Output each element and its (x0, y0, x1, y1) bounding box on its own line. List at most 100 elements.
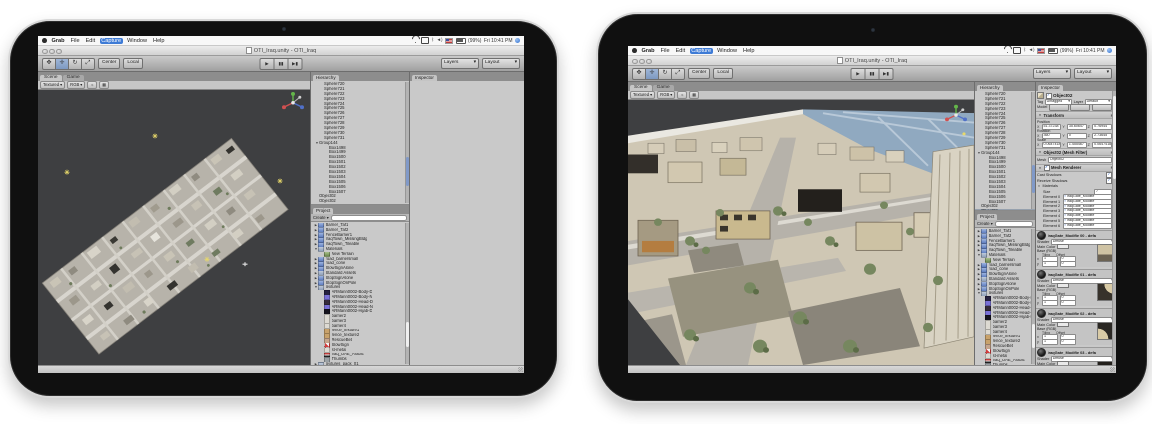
grab-app-icon[interactable] (1107, 48, 1112, 53)
pivot-center-button[interactable]: Center (98, 58, 120, 69)
main-color-swatch[interactable] (1057, 244, 1069, 250)
scene-canvas-city-near[interactable] (628, 100, 974, 365)
offset-y-field[interactable]: 0 (1060, 300, 1076, 306)
scene-viewport[interactable] (628, 100, 974, 365)
y-field[interactable]: 1.455467 (1067, 142, 1087, 148)
z-field[interactable]: 0.76944 (1092, 124, 1112, 130)
pause-button[interactable]: ▮▮ (866, 68, 880, 80)
transform-section-header[interactable]: ▾ Transform ✱ (1036, 111, 1116, 119)
bluetooth-icon[interactable]: ᛒ (1023, 48, 1026, 53)
grab-app-icon[interactable] (515, 38, 520, 43)
draw-mode-dropdown[interactable]: Textured▾ (40, 81, 65, 89)
menu-app[interactable]: Grab (50, 38, 66, 44)
step-button[interactable]: ▶▮ (880, 68, 894, 80)
traffic-lights[interactable] (42, 49, 62, 55)
channel-dropdown[interactable]: RGB▾ (67, 81, 85, 89)
project-scrollbar[interactable] (1031, 229, 1036, 364)
menu-capture[interactable]: Capture (100, 38, 123, 44)
inspector-scrollbar[interactable] (1112, 91, 1117, 365)
renderer-enabled-checkbox[interactable]: ✓ (1044, 165, 1050, 171)
menu-help[interactable]: Help (152, 38, 167, 44)
prefab-action-button[interactable] (1070, 104, 1090, 111)
scene-canvas-city-far[interactable] (38, 90, 310, 365)
window-title-bar[interactable]: OTI_Iraq.unity - OTI_Iraq (38, 46, 524, 56)
menu-window[interactable]: Window (126, 38, 149, 44)
hierarchy-scrollbar[interactable] (405, 82, 410, 203)
x-field[interactable]: 0.0647418 (1042, 142, 1062, 148)
menu-window[interactable]: Window (716, 48, 739, 54)
material-header[interactable]: IraqGate_Modifie 02 - defa ▾ (1037, 309, 1115, 317)
move-tool-button[interactable]: ✛ (56, 58, 69, 70)
scene-viewport[interactable] (38, 90, 310, 365)
menu-app[interactable]: Grab (640, 48, 656, 54)
play-button[interactable]: ▶ (851, 68, 866, 80)
menu-clock[interactable]: Fri 10:41 PM (1076, 48, 1105, 54)
mesh-renderer-section-header[interactable]: ▾ ✓ Mesh Renderer ✱ (1036, 164, 1116, 172)
pivot-local-button[interactable]: Local (123, 58, 142, 69)
pause-button[interactable]: ▮▮ (275, 58, 289, 70)
offset-y-field[interactable]: 0 (1060, 339, 1076, 345)
material-header[interactable]: IraqGate_Modifie 01 - defa ▾ (1037, 270, 1115, 278)
resize-grip[interactable] (518, 367, 523, 372)
resize-grip[interactable] (1110, 367, 1115, 372)
light-gizmo[interactable] (962, 132, 965, 135)
rotate-tool-button[interactable]: ↻ (659, 68, 672, 80)
menu-help[interactable]: Help (742, 48, 757, 54)
search-input[interactable] (995, 221, 1033, 227)
display-icon[interactable] (421, 37, 429, 44)
layout-dropdown[interactable]: Layout▾ (482, 58, 520, 69)
hierarchy-item[interactable]: Object02 (311, 199, 409, 204)
prefab-action-button[interactable] (1092, 104, 1112, 111)
step-button[interactable]: ▶▮ (289, 58, 303, 70)
rotate-tool-button[interactable]: ↻ (69, 58, 82, 70)
menu-file[interactable]: File (69, 38, 81, 44)
y-field[interactable]: 35.60647 (1067, 124, 1087, 130)
volume-icon[interactable]: ◄) (1028, 48, 1034, 53)
us-flag-icon[interactable] (445, 38, 453, 44)
offset-y-field[interactable]: 0 (1060, 261, 1076, 267)
z-field[interactable]: 0.0647418 (1092, 142, 1112, 148)
menu-edit[interactable]: Edit (84, 38, 97, 44)
lighting-toggle[interactable]: ☼ (677, 91, 687, 99)
layers-dropdown[interactable]: Layers▾ (1033, 68, 1071, 79)
object-name[interactable]: Object02 (1053, 93, 1072, 98)
play-button[interactable]: ▶ (260, 58, 275, 70)
search-input[interactable] (331, 215, 407, 221)
main-color-swatch[interactable] (1057, 322, 1069, 328)
apple-logo-icon[interactable] (42, 38, 47, 43)
window-title-bar[interactable]: OTI_Iraq.unity - OTI_Iraq (628, 56, 1116, 66)
scale-tool-button[interactable]: ⤢ (672, 68, 685, 80)
lighting-toggle[interactable]: ☼ (87, 81, 97, 89)
wifi-icon[interactable] (1004, 48, 1010, 53)
pivot-local-button[interactable]: Local (713, 68, 732, 79)
menu-file[interactable]: File (659, 48, 671, 54)
tiling-y-field[interactable]: 1 (1042, 300, 1058, 306)
scale-tool-button[interactable]: ⤢ (82, 58, 95, 70)
volume-icon[interactable]: ◄) (436, 38, 442, 43)
tiling-y-field[interactable]: 1 (1042, 261, 1058, 267)
menu-capture[interactable]: Capture (690, 48, 713, 54)
hierarchy-scrollbar[interactable] (1031, 92, 1036, 209)
layout-dropdown[interactable]: Layout▾ (1074, 68, 1112, 79)
gizmos-toggle[interactable]: ▦ (689, 91, 699, 99)
project-scrollbar[interactable] (405, 223, 410, 364)
mesh-filter-section-header[interactable]: ▾ Object02 (Mesh Filter) ✱ (1036, 148, 1116, 156)
pivot-center-button[interactable]: Center (688, 68, 710, 79)
menu-clock[interactable]: Fri 10:41 PM (484, 38, 513, 44)
traffic-lights[interactable] (632, 59, 652, 65)
channel-dropdown[interactable]: RGB▾ (657, 91, 675, 99)
tiling-y-field[interactable]: 1 (1042, 339, 1058, 345)
display-icon[interactable] (1013, 47, 1021, 54)
z-field[interactable]: 2.73645 (1092, 133, 1112, 139)
move-tool-button[interactable]: ✛ (646, 68, 659, 80)
us-flag-icon[interactable] (1037, 48, 1045, 54)
y-field[interactable]: 0 (1067, 133, 1087, 139)
create-button[interactable]: Create ▾ (313, 215, 329, 220)
wifi-icon[interactable] (412, 38, 418, 43)
bluetooth-icon[interactable]: ᛒ (431, 38, 434, 43)
mesh-field[interactable]: Object02 (1048, 157, 1112, 163)
material-header[interactable]: IraqGate_Modifie 00 - defa ▾ (1037, 231, 1115, 239)
element-field[interactable]: ▪ IraqGate_Modifie (1063, 223, 1113, 229)
hand-tool-button[interactable]: ✥ (632, 68, 646, 80)
main-color-swatch[interactable] (1057, 283, 1069, 289)
